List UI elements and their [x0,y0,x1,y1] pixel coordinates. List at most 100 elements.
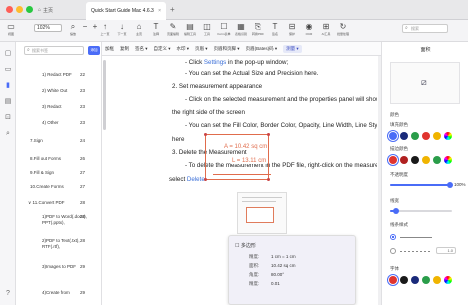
line-width-slider[interactable] [390,208,452,214]
color-picker-wheel-icon[interactable] [444,276,452,284]
toolbar-button-13[interactable]: ⎘ 转换PDF [251,22,265,37]
color-section-label: 颜色 [390,112,399,117]
help-icon[interactable]: ? [4,290,12,298]
color-swatch[interactable] [389,156,397,164]
measure-info-value: 0.01 [271,281,280,286]
zoom-select[interactable]: 102% [34,24,62,32]
color-swatch[interactable] [389,132,397,140]
bookmark-item[interactable]: 7.Sign [30,138,76,144]
bookmark-active-icon[interactable]: ▮ [4,82,12,90]
toolbar-search-input[interactable]: ⌕ 搜索 [402,24,448,33]
tab-document[interactable]: Quick Start Guide Mac 4.6.3 × [86,2,166,20]
color-swatch[interactable] [411,132,419,140]
color-swatch[interactable] [400,132,408,140]
document-text-line: - You can set the Actual Size and Precis… [185,70,318,77]
home-icon: ⌂ [38,7,42,13]
toolbar-button-11[interactable]: ☐ Form表单 [217,22,231,37]
minimize-window-button[interactable] [16,6,23,13]
color-swatch[interactable] [411,276,419,284]
subtoolbar-item-5[interactable]: 页眉 ▾ [195,46,208,52]
color-picker-wheel-icon[interactable] [444,132,452,140]
search-panel-icon[interactable]: ⌕ [4,130,12,138]
bookmark-icon[interactable]: ▭ [4,66,12,74]
subtoolbar-item-4[interactable]: 水印 ▾ [177,46,190,52]
bookmark-item[interactable]: 10.Create Forms [30,184,76,190]
new-tab-button[interactable]: + [170,5,175,14]
bookmark-item[interactable]: 8.Fill out Forms [30,156,76,162]
bookmark-item[interactable]: ∨ 11.Convert PDF [28,200,74,206]
toolbar-button-12[interactable]: ▦ 表格识别 [234,22,248,37]
measure-info-key: 精度: [249,254,260,259]
maximize-window-button[interactable] [26,6,33,13]
attachment-icon[interactable]: ⊡ [4,114,12,122]
bookmark-page-number: 27 [80,170,86,175]
toolbar-icon: T [153,22,159,31]
color-swatch[interactable] [400,156,408,164]
color-swatch[interactable] [433,156,441,164]
add-bookmark-button[interactable]: 添加 [88,46,100,55]
opacity-slider-knob[interactable] [447,182,453,188]
measure-handle[interactable] [204,133,207,136]
close-window-button[interactable] [6,6,13,13]
color-swatch[interactable] [422,132,430,140]
measurement-line[interactable] [213,174,271,175]
measure-handle[interactable] [267,178,270,181]
opacity-slider[interactable] [390,182,453,188]
dashed-line-radio[interactable] [390,248,396,254]
comment-icon[interactable]: ▤ [4,98,12,106]
toolbar-button-14[interactable]: T 签名 [268,22,282,37]
toolbar-button-label: 缩放 [69,32,76,36]
subtoolbar-item-7[interactable]: 页眉(Bates)码 ▾ [246,46,278,52]
toolbar-button-9[interactable]: ▤ 编辑工具 [183,22,197,37]
solid-line-radio[interactable] [390,234,396,240]
tab-close-icon[interactable]: × [158,8,161,14]
bookmark-scrollbar[interactable] [103,60,106,130]
measure-handle[interactable] [267,133,270,136]
toolbar-button-label: 注释 [152,32,159,36]
toolbar-button-15[interactable]: ⊟ 保护 [285,22,299,37]
measure-handle[interactable] [204,178,207,181]
dash-style-dropdown[interactable]: 1.0 [436,247,456,254]
toolbar-button-5[interactable]: ↓ 下一页 [115,22,129,37]
color-picker-wheel-icon[interactable] [444,156,452,164]
bookmark-page-number: 29 [80,290,86,295]
subtoolbar-item-1[interactable]: 复制 [120,46,129,52]
toolbar-button-0[interactable]: ▭ 视图 [4,22,18,37]
toolbar-icon: ▦ [237,22,245,31]
toolbar-button-10[interactable]: ◫ 工具 [200,22,214,37]
toolbar-button-6[interactable]: ⌂ 主页 [132,22,146,37]
document-text: select [169,176,187,183]
toolbar-button-4[interactable]: ↑ 上一页 [98,22,112,37]
subtoolbar-item-2[interactable]: 签名 ▾ [135,46,148,52]
subtoolbar-item-3[interactable]: 自定义 ▾ [154,46,171,52]
thumbnail-icon[interactable]: ▢ [4,50,12,58]
color-swatch[interactable] [422,276,430,284]
opacity-value[interactable]: 100% [454,182,466,187]
measure-info-title: ☐ 多边形 [235,242,256,249]
color-swatch[interactable] [400,276,408,284]
bookmark-page-number: 23 [80,104,86,109]
subtoolbar-item-6[interactable]: 页眉和页脚 ▾ [214,46,240,52]
toolbar-button-7[interactable]: T 注释 [149,22,163,37]
color-swatch[interactable] [433,276,441,284]
document-link[interactable]: Delete [187,176,205,183]
document-link[interactable]: Settings [204,59,226,66]
toolbar-button-8[interactable]: ✎ 页面编辑 [166,22,180,37]
subtoolbar-item-0[interactable]: 加框 [105,46,114,52]
search-icon: ⌕ [27,47,30,53]
toolbar-icon: ⌕ [70,22,76,31]
line-width-slider-knob[interactable] [393,208,399,214]
color-swatch[interactable] [433,132,441,140]
color-swatch[interactable] [422,156,430,164]
subtoolbar-item-8[interactable]: 测量 ▾ [283,44,302,53]
color-swatch[interactable] [389,276,397,284]
color-swatch[interactable] [411,156,419,164]
toolbar-button-label: 上一页 [100,32,110,36]
toolbar-button-17[interactable]: ⊞ AI工具 [319,22,333,37]
bookmark-item[interactable]: 9.Fill & Sign [30,170,76,176]
toolbar-icon: ▤ [186,22,194,31]
toolbar-button-18[interactable]: ↻ 批量处理 [336,22,350,37]
toolbar-button-16[interactable]: ◉ OCR [302,22,316,37]
bookmark-search-input[interactable]: ⌕ 搜索书签 [24,46,84,55]
tab-home[interactable]: ⌂ 主页 [38,4,78,16]
